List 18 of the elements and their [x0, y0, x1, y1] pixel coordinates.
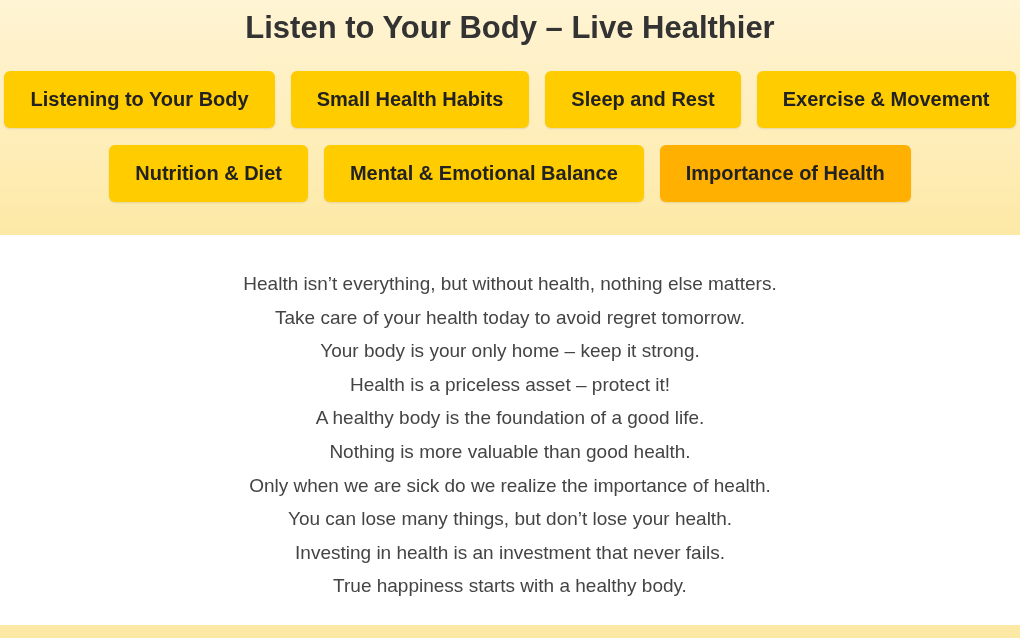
quote-text: You can lose many things, but don’t lose your health.	[288, 507, 732, 532]
tab[interactable]: Importance of Health	[659, 145, 911, 202]
quote-text: Only when we are sick do we realize the importance of health.	[249, 473, 771, 498]
quote-text: True happiness starts with a healthy body.	[333, 574, 687, 599]
tab[interactable]: Sleep and Rest	[545, 71, 741, 128]
quote-text: Health isn’t everything, but without health, nothing else matters.	[243, 272, 777, 296]
tab[interactable]: Mental & Emotional Balance	[323, 145, 644, 202]
tab[interactable]: Nutrition & Diet	[109, 145, 308, 202]
page-title: Listen to Your Body – Live Healthier	[244, 9, 776, 47]
quote-text: A healthy body is the foundation of a good life.	[315, 406, 705, 431]
quote-text: Nothing is more valuable than good health.	[329, 439, 691, 464]
quote-text: Health is a priceless asset – protect it!	[350, 372, 670, 397]
quote-text: Your body is your only home – keep it strong.	[320, 339, 700, 364]
tab[interactable]: Listening to Your Body	[4, 71, 275, 128]
tab[interactable]: Small Health Habits	[290, 71, 530, 128]
tab[interactable]: Exercise & Movement	[756, 71, 1016, 128]
quote-text: Take care of your health today to avoid regret tomorrow.	[275, 305, 745, 330]
quote-text: Investing in health is an investment that never fails.	[295, 540, 725, 565]
